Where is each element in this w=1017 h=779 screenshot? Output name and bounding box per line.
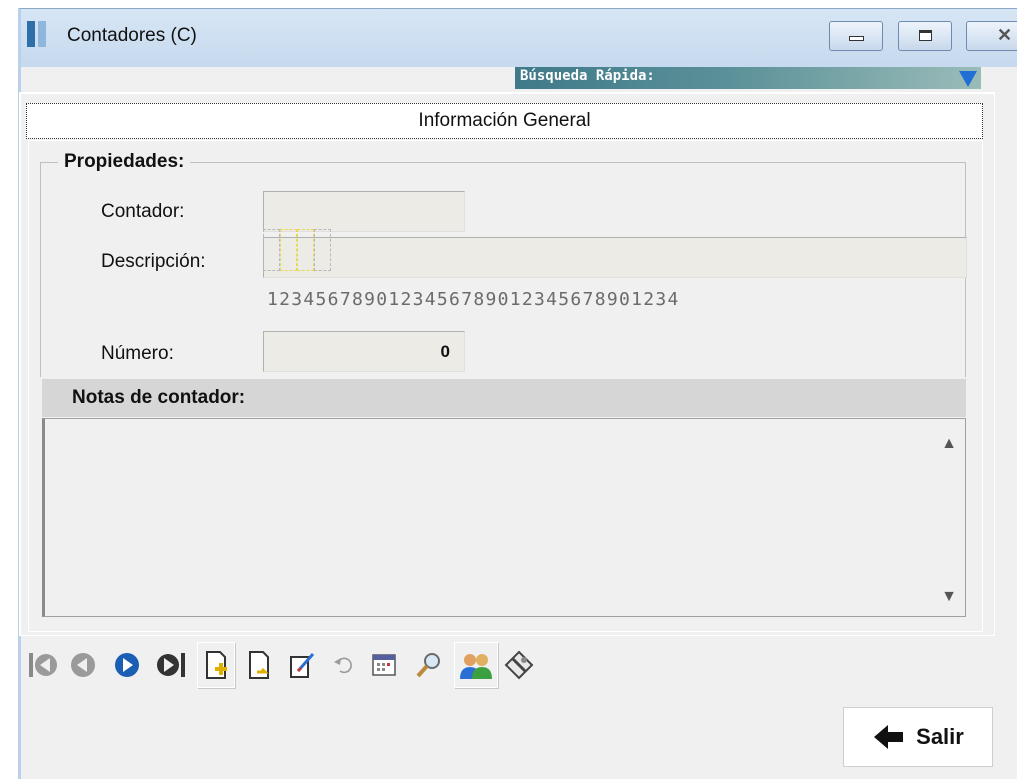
previous-icon bbox=[71, 653, 95, 677]
maximize-button[interactable] bbox=[898, 21, 952, 51]
minimize-icon bbox=[849, 36, 864, 41]
exit-label: Salir bbox=[916, 724, 964, 749]
save-record-button[interactable] bbox=[240, 642, 278, 688]
char-guide-cell bbox=[297, 229, 314, 271]
users-button[interactable] bbox=[454, 642, 498, 688]
triangle-down-icon[interactable] bbox=[959, 71, 977, 87]
descripcion-field[interactable] bbox=[263, 237, 967, 278]
undo-button[interactable] bbox=[324, 642, 362, 688]
quick-search-label: Búsqueda Rápida: bbox=[520, 68, 655, 84]
window-title: Contadores (C) bbox=[67, 25, 197, 46]
scroll-up-icon[interactable]: ▲ bbox=[941, 435, 957, 453]
edit-record-button[interactable] bbox=[283, 642, 321, 688]
notes-header: Notas de contador: bbox=[42, 379, 966, 417]
character-ruler: 1234567890123456789012345678901234 bbox=[267, 289, 680, 310]
users-icon bbox=[460, 654, 492, 679]
new-record-button[interactable] bbox=[197, 642, 235, 688]
close-icon: ✕ bbox=[997, 25, 1013, 45]
numero-field[interactable]: 0 bbox=[263, 331, 465, 372]
close-button[interactable]: ✕ bbox=[966, 21, 1017, 51]
app-icon bbox=[27, 21, 49, 47]
numero-label: Número: bbox=[101, 343, 174, 364]
notes-textarea[interactable]: ▲ ▼ bbox=[42, 418, 966, 617]
last-record-button[interactable] bbox=[152, 642, 190, 688]
arrow-left-icon bbox=[874, 725, 904, 749]
char-guide-cell bbox=[280, 229, 297, 271]
calendar-icon bbox=[372, 654, 396, 676]
search-button[interactable] bbox=[410, 642, 448, 688]
next-record-button[interactable] bbox=[108, 642, 146, 688]
new-document-icon bbox=[206, 651, 227, 679]
descripcion-label: Descripción: bbox=[101, 251, 206, 272]
quick-search-bar[interactable]: Búsqueda Rápida: bbox=[515, 67, 981, 89]
char-guide-cell bbox=[314, 229, 331, 271]
properties-legend: Propiedades: bbox=[58, 151, 191, 173]
calendar-button[interactable] bbox=[365, 642, 403, 688]
magnifier-icon bbox=[416, 653, 440, 678]
record-toolbar bbox=[22, 638, 722, 696]
tools-button[interactable] bbox=[500, 642, 538, 688]
maximize-icon bbox=[919, 30, 932, 41]
previous-record-button[interactable] bbox=[64, 642, 102, 688]
last-icon bbox=[157, 653, 185, 677]
contador-label: Contador: bbox=[101, 201, 185, 222]
tools-icon bbox=[504, 650, 534, 680]
first-record-button[interactable] bbox=[24, 642, 62, 688]
minimize-button[interactable] bbox=[829, 21, 883, 51]
undo-icon bbox=[334, 657, 352, 674]
contador-field[interactable] bbox=[263, 191, 465, 232]
scroll-down-icon[interactable]: ▼ bbox=[941, 588, 957, 606]
save-document-icon bbox=[249, 651, 269, 679]
char-guide-cell bbox=[263, 229, 280, 271]
title-bar[interactable]: Contadores (C) ✕ bbox=[21, 9, 1017, 67]
edit-icon bbox=[290, 653, 315, 678]
tab-informacion-general[interactable]: Información General bbox=[26, 103, 983, 139]
next-icon bbox=[115, 653, 139, 677]
first-icon bbox=[29, 653, 57, 677]
exit-button[interactable]: Salir bbox=[843, 707, 993, 767]
